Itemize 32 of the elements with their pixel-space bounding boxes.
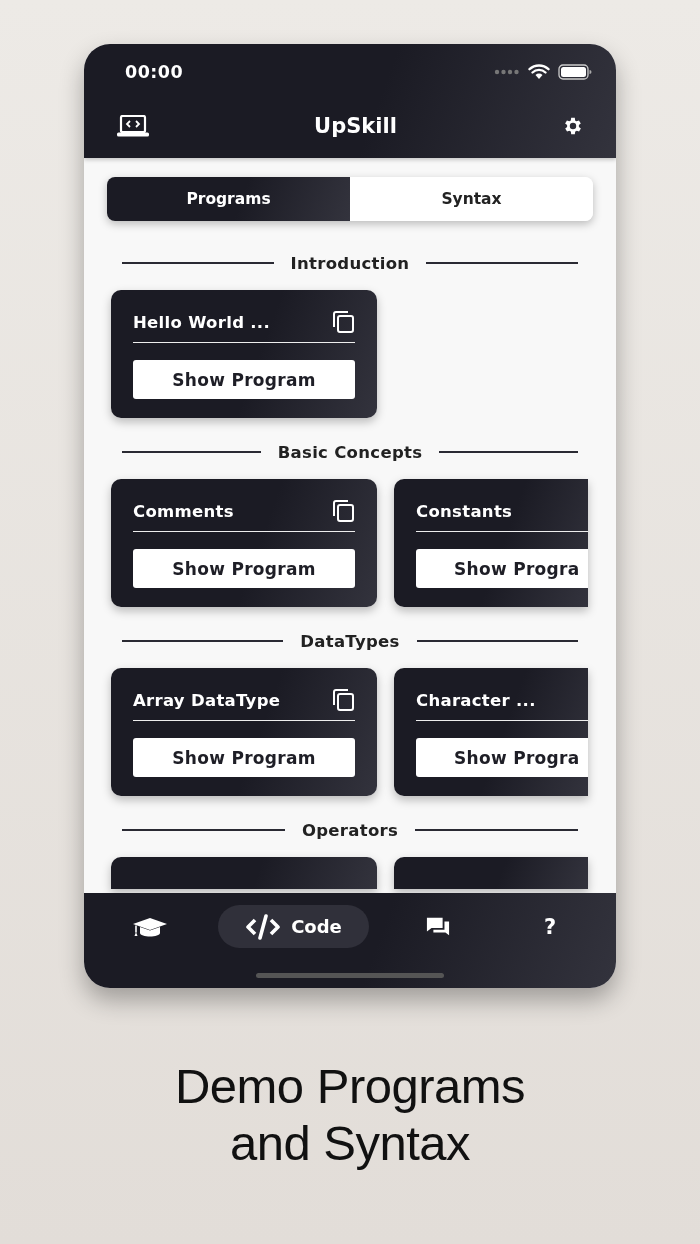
help-tab[interactable]: ? — [543, 905, 557, 948]
show-program-button[interactable]: Show Program — [133, 549, 355, 588]
copy-icon[interactable] — [331, 499, 355, 523]
laptop-code-icon[interactable] — [117, 115, 149, 137]
card-title: Character ... — [416, 690, 536, 710]
card-title: Comments — [133, 501, 234, 521]
section-title: Operators — [301, 820, 399, 840]
section-title: Basic Concepts — [277, 442, 423, 462]
app-title: UpSkill — [314, 114, 397, 138]
card-title: Hello World ... — [133, 312, 270, 332]
code-icon — [245, 913, 282, 940]
wifi-icon — [528, 64, 550, 80]
copy-icon[interactable] — [331, 688, 355, 712]
chat-icon[interactable] — [426, 915, 450, 938]
caption: Demo Programs and Syntax — [173, 1058, 527, 1172]
section-title: DataTypes — [300, 631, 400, 651]
segment-tab[interactable]: Programs — [107, 177, 350, 221]
copy-icon[interactable] — [331, 310, 355, 334]
show-program-button[interactable]: Show Progra — [416, 549, 588, 588]
status-time: 00:00 — [125, 62, 184, 82]
show-program-button[interactable]: Show Program — [133, 738, 355, 777]
show-program-button[interactable]: Show Program — [133, 360, 355, 399]
segment-tab[interactable]: Syntax — [350, 177, 593, 221]
signal-icon — [494, 69, 520, 75]
battery-icon — [558, 64, 592, 80]
graduation-cap-icon[interactable] — [132, 916, 168, 937]
show-program-button[interactable]: Show Progra — [416, 738, 588, 777]
card-title: Constants — [416, 501, 513, 521]
card-title: Array DataType — [133, 690, 281, 710]
section-title: Introduction — [290, 253, 410, 273]
code-tab[interactable]: Code — [218, 905, 369, 948]
settings-icon[interactable] — [562, 115, 584, 137]
